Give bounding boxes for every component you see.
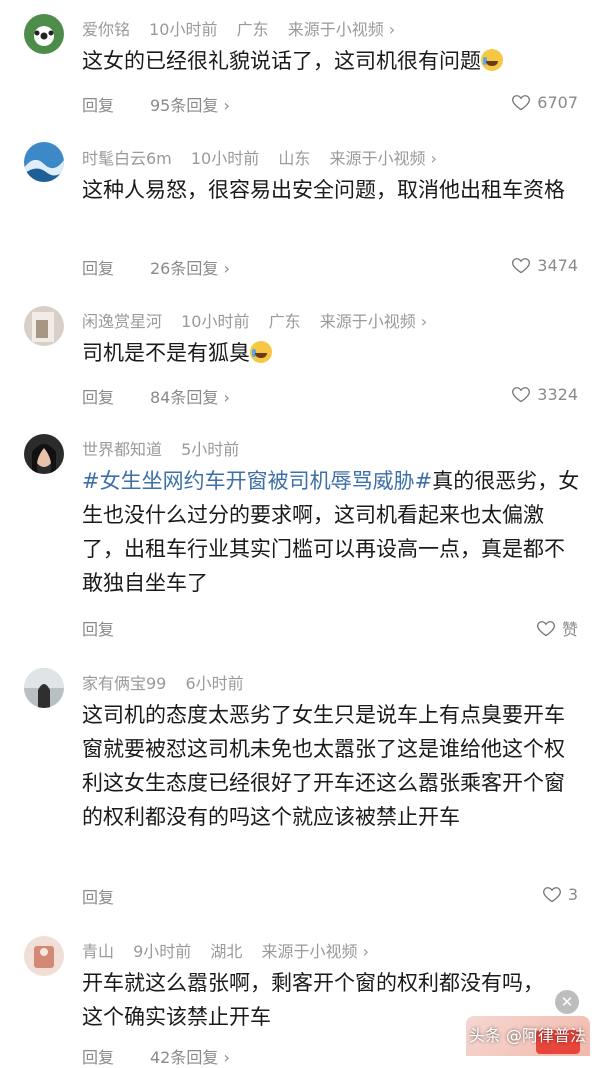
- avatar[interactable]: [24, 14, 64, 54]
- location: 广东: [236, 20, 269, 39]
- crying-emoji-icon: [250, 341, 272, 363]
- like-count: 6707: [537, 92, 578, 112]
- hashtag-link[interactable]: #女生坐网约车开窗被司机辱骂威胁#: [82, 469, 432, 493]
- close-icon[interactable]: ✕: [555, 990, 579, 1014]
- heart-icon: [537, 621, 555, 637]
- like-count: 3: [567, 884, 578, 904]
- like-button[interactable]: 3474: [511, 255, 578, 275]
- username[interactable]: 爱你铭: [82, 20, 130, 39]
- username[interactable]: 闲逸赏星河: [82, 312, 162, 331]
- avatar[interactable]: [24, 668, 64, 708]
- like-button[interactable]: 6707: [511, 92, 578, 112]
- username[interactable]: 世界都知道: [82, 440, 162, 459]
- comment-meta: 青山 9小时前 湖北 来源于小视频: [82, 938, 383, 962]
- comment-text: #女生坐网约车开窗被司机辱骂威胁#真的很恶劣，女生也没什么过分的要求啊，这司机看…: [82, 469, 580, 595]
- comment-text: 这女的已经很礼貌说话了，这司机很有问题: [82, 44, 582, 78]
- reply-button[interactable]: 回复: [82, 884, 114, 908]
- like-button[interactable]: 赞: [536, 616, 578, 640]
- username[interactable]: 青山: [82, 942, 114, 961]
- timestamp: 10小时前: [190, 149, 260, 168]
- avatar[interactable]: [24, 936, 64, 976]
- heart-icon: [512, 387, 531, 403]
- comment-actions: 回复 26条回复 3474: [82, 255, 578, 279]
- username[interactable]: 家有俩宝99: [82, 674, 166, 693]
- timestamp: 6小时前: [185, 674, 244, 693]
- view-replies-button[interactable]: 26条回复: [150, 255, 230, 279]
- like-button[interactable]: 3: [542, 884, 578, 904]
- comment-meta: 家有俩宝99 6小时前: [82, 670, 258, 694]
- heart-icon: [512, 258, 531, 274]
- avatar[interactable]: [24, 142, 64, 182]
- comment-actions: 回复 赞: [82, 616, 578, 640]
- timestamp: 9小时前: [133, 942, 192, 961]
- view-replies-button[interactable]: 95条回复: [150, 92, 230, 116]
- comment-meta: 爱你铭 10小时前 广东 来源于小视频: [82, 16, 409, 40]
- comment-text: 这种人易怒，很容易出安全问题，取消他出租车资格: [82, 178, 565, 202]
- view-replies-button[interactable]: 84条回复: [150, 384, 230, 408]
- heart-icon: [512, 95, 531, 111]
- comment-actions: 回复 84条回复 3324: [82, 384, 578, 408]
- comment-meta: 时髦白云6m 10小时前 山东 来源于小视频: [82, 145, 451, 169]
- watermark: 头条 @阿律普法: [468, 1026, 586, 1045]
- view-replies-button[interactable]: 42条回复: [150, 1044, 230, 1068]
- comment-text: 司机是不是有狐臭: [82, 336, 582, 370]
- reply-button[interactable]: 回复: [82, 384, 114, 408]
- heart-icon: [542, 887, 561, 903]
- crying-emoji-icon: [481, 49, 503, 71]
- reply-button[interactable]: 回复: [82, 616, 114, 640]
- comment-actions: 回复 3: [82, 884, 578, 908]
- avatar[interactable]: [24, 434, 64, 474]
- comment-text: 这司机的态度太恶劣了女生只是说车上有点臭要开车窗就要被怼这司机未免也太嚣张了这是…: [82, 703, 565, 829]
- reply-button[interactable]: 回复: [82, 92, 114, 116]
- like-label: 赞: [561, 620, 578, 639]
- like-count: 3324: [537, 384, 578, 404]
- timestamp: 5小时前: [181, 440, 240, 459]
- comment-meta: 世界都知道 5小时前: [82, 436, 253, 460]
- source-link[interactable]: 来源于小视频: [329, 149, 437, 168]
- username[interactable]: 时髦白云6m: [82, 149, 172, 168]
- reply-button[interactable]: 回复: [82, 1044, 114, 1068]
- like-count: 3474: [537, 255, 578, 275]
- timestamp: 10小时前: [149, 20, 218, 39]
- location: 山东: [278, 149, 311, 168]
- like-button[interactable]: 3324: [511, 384, 578, 404]
- source-link[interactable]: 来源于小视频: [262, 942, 370, 961]
- comment-meta: 闲逸赏星河 10小时前 广东 来源于小视频: [82, 308, 441, 332]
- reply-button[interactable]: 回复: [82, 255, 114, 279]
- avatar[interactable]: [24, 306, 64, 346]
- source-link[interactable]: 来源于小视频: [288, 20, 396, 39]
- location: 广东: [268, 312, 301, 331]
- source-link[interactable]: 来源于小视频: [320, 312, 428, 331]
- timestamp: 10小时前: [181, 312, 250, 331]
- comment-actions: 回复 95条回复 6707: [82, 92, 578, 116]
- location: 湖北: [210, 942, 243, 961]
